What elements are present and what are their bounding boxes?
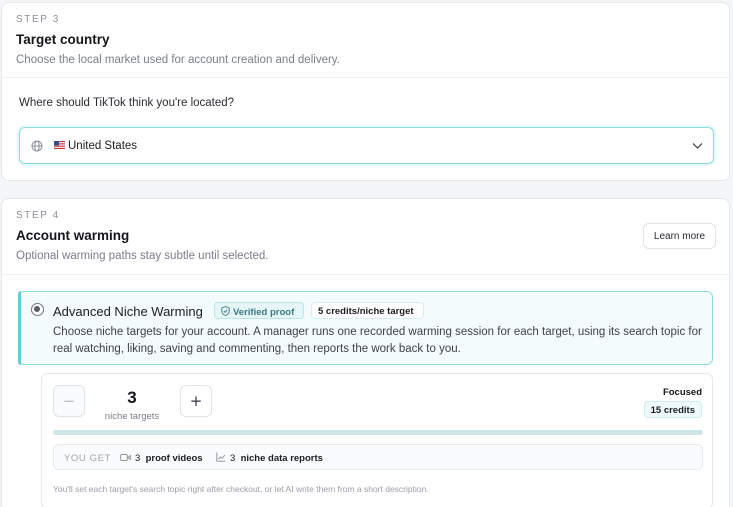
increase-targets-button[interactable]: + xyxy=(180,385,212,417)
checkout-footnote: You'll set each target's search topic ri… xyxy=(53,484,429,494)
decrease-targets-button[interactable]: − xyxy=(53,385,85,417)
niche-reports-label: niche data reports xyxy=(240,453,323,464)
section-description: Optional warming paths stay subtle until… xyxy=(16,250,269,262)
step-label: STEP 3 xyxy=(16,14,60,25)
us-flag-icon xyxy=(54,141,65,149)
you-get-summary: YOU GET 3 proof videos 3 niche data repo… xyxy=(53,444,703,470)
target-country-card: STEP 3 Target country Choose the local m… xyxy=(1,2,730,181)
proof-videos-label: proof videos xyxy=(145,453,203,464)
learn-more-button[interactable]: Learn more xyxy=(643,223,716,249)
niche-reports-count: 3 xyxy=(230,453,236,464)
section-title: Account warming xyxy=(16,228,130,243)
divider xyxy=(2,274,729,275)
credits-per-target-badge: 5 credits/niche target xyxy=(311,302,424,319)
country-select[interactable]: United States xyxy=(19,127,714,164)
account-warming-card: STEP 4 Account warming Optional warming … xyxy=(1,198,730,507)
niche-targets-panel: − 3 niche targets + Focused 15 credits Y… xyxy=(41,373,713,507)
option-title: Advanced Niche Warming xyxy=(53,304,203,319)
globe-icon xyxy=(31,140,43,152)
advanced-niche-warming-option[interactable]: Advanced Niche Warming Verified proof 5 … xyxy=(18,291,713,365)
tier-progress-bar xyxy=(53,430,703,435)
video-camera-icon xyxy=(120,454,131,461)
proof-videos-item: 3 proof videos xyxy=(135,453,203,464)
niche-target-count: 3 xyxy=(127,388,137,407)
line-chart-icon xyxy=(216,452,226,462)
tier-progress-fill xyxy=(53,430,703,435)
selected-country: United States xyxy=(68,140,138,152)
verified-proof-label: Verified proof xyxy=(233,307,295,318)
tier-label: Focused xyxy=(662,387,702,398)
section-title: Target country xyxy=(16,32,110,47)
location-question: Where should TikTok think you're located… xyxy=(19,97,235,109)
option-description: Choose niche targets for your account. A… xyxy=(53,326,702,355)
verified-proof-badge: Verified proof xyxy=(214,302,304,319)
step-label: STEP 4 xyxy=(16,210,60,221)
divider xyxy=(2,77,729,78)
section-description: Choose the local market used for account… xyxy=(16,54,340,66)
chevron-down-icon xyxy=(692,143,703,149)
niche-reports-item: 3 niche data reports xyxy=(230,453,323,464)
proof-videos-count: 3 xyxy=(135,453,141,464)
niche-target-count-label: niche targets xyxy=(104,411,160,422)
shield-check-icon xyxy=(221,306,230,316)
selected-accent-bar xyxy=(18,291,21,365)
you-get-label: YOU GET xyxy=(64,453,111,464)
total-credits-badge: 15 credits xyxy=(643,401,702,418)
option-radio[interactable] xyxy=(31,303,44,316)
